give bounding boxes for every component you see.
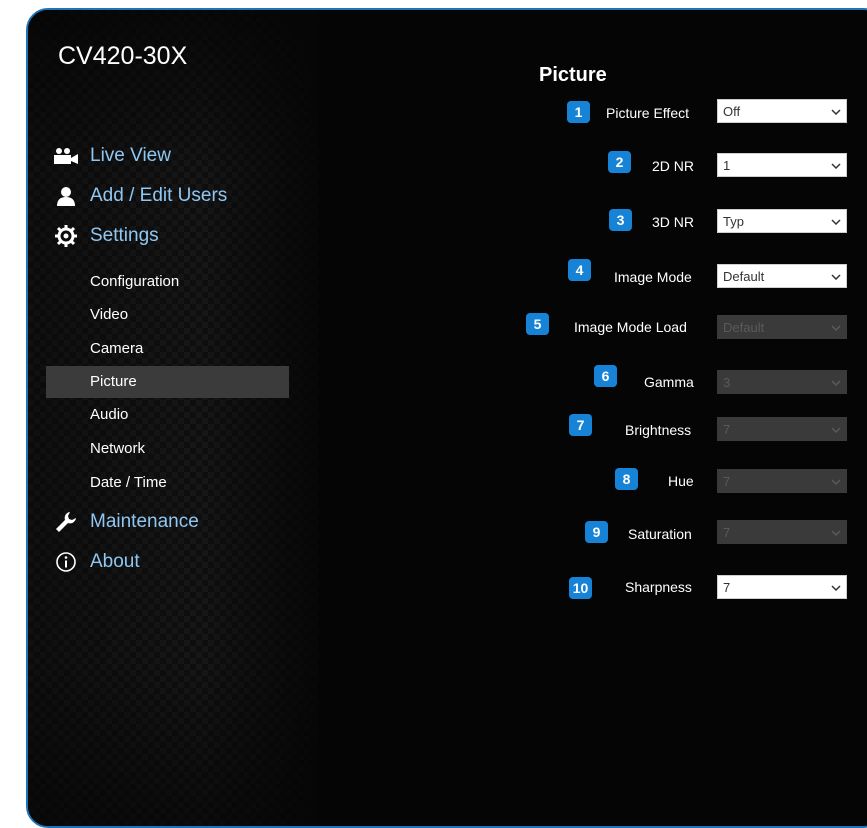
step-badge: 4 [568, 259, 591, 281]
sidebar-item-video[interactable]: Video [46, 299, 289, 331]
hue-value: 7 [723, 474, 731, 489]
chevron-down-icon [830, 418, 842, 442]
3d-nr-label: 3D NR [652, 214, 695, 230]
device-title: CV420-30X [58, 42, 188, 70]
step-badge: 9 [585, 521, 608, 543]
gamma-select: 3 [717, 370, 847, 394]
nav-settings[interactable]: Settings [52, 225, 159, 247]
step-badge: 5 [526, 313, 549, 335]
picture-effect-select[interactable]: Off [717, 99, 847, 123]
app-frame: CV420-30X Live View Add / Edit Users Set… [26, 8, 867, 828]
step-badge: 6 [594, 365, 617, 387]
saturation-value: 7 [723, 525, 731, 540]
sidebar-item-camera[interactable]: Camera [46, 333, 289, 365]
image-mode-select[interactable]: Default [717, 264, 847, 288]
nav-add-edit-users[interactable]: Add / Edit Users [52, 185, 227, 207]
step-badge: 7 [569, 414, 592, 436]
gear-icon [52, 225, 80, 247]
image-mode-load-value: Default [723, 320, 765, 335]
hue-select: 7 [717, 469, 847, 493]
sidebar-item-date-time[interactable]: Date / Time [46, 467, 289, 499]
picture-effect-value: Off [723, 104, 741, 119]
image-mode-value: Default [723, 269, 765, 284]
step-badge: 3 [609, 209, 632, 231]
page-title: Picture [539, 64, 607, 86]
sidebar-item-picture[interactable]: Picture [46, 366, 289, 398]
nav-maintenance-label: Maintenance [90, 511, 199, 532]
chevron-down-icon [830, 521, 842, 545]
sharpness-label: Sharpness [625, 579, 692, 595]
step-badge: 2 [608, 151, 631, 173]
gamma-value: 3 [723, 375, 731, 390]
gamma-label: Gamma [644, 374, 694, 390]
info-icon [52, 551, 80, 573]
nav-about-label: About [90, 551, 140, 572]
brightness-select: 7 [717, 417, 847, 441]
picture-effect-label: Picture Effect [606, 105, 690, 121]
image-mode-load-select: Default [717, 315, 847, 339]
chevron-down-icon [830, 100, 842, 124]
image-mode-label: Image Mode [614, 269, 692, 285]
nav-live-view[interactable]: Live View [52, 145, 171, 167]
step-badge: 1 [567, 101, 590, 123]
brightness-value: 7 [723, 422, 731, 437]
chevron-down-icon [830, 210, 842, 234]
sharpness-value: 7 [723, 580, 731, 595]
sharpness-select[interactable]: 7 [717, 575, 847, 599]
nav-settings-label: Settings [90, 225, 159, 246]
chevron-down-icon [830, 154, 842, 178]
2d-nr-label: 2D NR [652, 158, 695, 174]
brightness-label: Brightness [625, 422, 692, 438]
video-camera-icon [52, 145, 80, 167]
wrench-icon [52, 511, 80, 533]
image-mode-load-label: Image Mode Load [574, 319, 687, 335]
chevron-down-icon [830, 316, 842, 340]
step-badge: 8 [615, 468, 638, 490]
2d-nr-select[interactable]: 1 [717, 153, 847, 177]
chevron-down-icon [830, 371, 842, 395]
hue-label: Hue [668, 473, 694, 489]
nav-live-view-label: Live View [90, 145, 171, 166]
nav-maintenance[interactable]: Maintenance [52, 511, 199, 533]
chevron-down-icon [830, 576, 842, 600]
sidebar-item-network[interactable]: Network [46, 433, 289, 465]
nav-add-edit-users-label: Add / Edit Users [90, 185, 228, 206]
3d-nr-select[interactable]: Typ [717, 209, 847, 233]
sidebar-item-audio[interactable]: Audio [46, 399, 289, 431]
2d-nr-value: 1 [723, 158, 731, 173]
saturation-select: 7 [717, 520, 847, 544]
saturation-label: Saturation [628, 526, 692, 542]
nav-about[interactable]: About [52, 551, 140, 573]
chevron-down-icon [830, 470, 842, 494]
sidebar-item-configuration[interactable]: Configuration [46, 266, 289, 298]
step-badge: 10 [569, 577, 592, 599]
3d-nr-value: Typ [723, 214, 744, 229]
user-icon [52, 185, 80, 207]
chevron-down-icon [830, 265, 842, 289]
